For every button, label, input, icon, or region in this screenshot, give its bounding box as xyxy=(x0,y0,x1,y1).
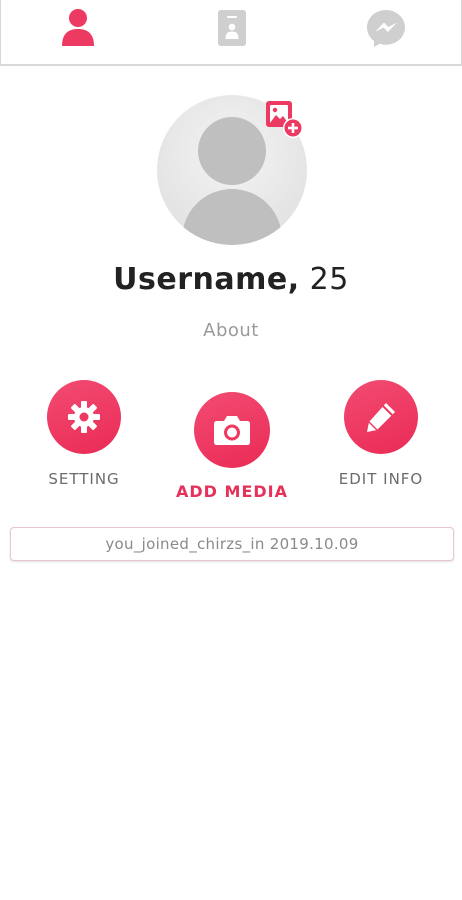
tab-profile[interactable] xyxy=(48,6,108,50)
add-image-icon xyxy=(266,101,303,138)
tab-messages[interactable] xyxy=(356,6,416,50)
age: 25 xyxy=(309,262,349,297)
tab-cards[interactable] xyxy=(202,6,262,50)
avatar-placeholder-head xyxy=(198,117,266,185)
add-media-button[interactable]: ADD MEDIA xyxy=(174,392,290,501)
gear-icon xyxy=(68,401,100,433)
avatar-placeholder-body xyxy=(182,189,282,245)
setting-circle[interactable] xyxy=(47,380,121,454)
add-photo-button[interactable] xyxy=(264,99,304,139)
person-icon xyxy=(62,9,94,46)
setting-button[interactable]: SETTING xyxy=(46,380,122,488)
edit-info-button[interactable]: EDIT INFO xyxy=(336,380,426,488)
card-icon xyxy=(218,10,246,46)
camera-icon xyxy=(214,416,250,445)
messenger-icon xyxy=(367,10,405,47)
edit-info-circle[interactable] xyxy=(344,380,418,454)
joined-date-banner: you_joined_chirzs_in 2019.10.09 xyxy=(10,527,454,561)
add-media-circle[interactable] xyxy=(194,392,270,468)
edit-info-label: EDIT INFO xyxy=(338,470,424,488)
username: Username, xyxy=(113,262,300,297)
top-navigation-bar xyxy=(0,0,462,66)
profile-photo-area xyxy=(157,95,307,245)
about-text[interactable]: About xyxy=(0,320,462,341)
setting-label: SETTING xyxy=(48,470,120,488)
pencil-icon xyxy=(367,403,395,432)
username-age: Username, 25 xyxy=(0,262,462,297)
add-media-label: ADD MEDIA xyxy=(176,482,288,501)
